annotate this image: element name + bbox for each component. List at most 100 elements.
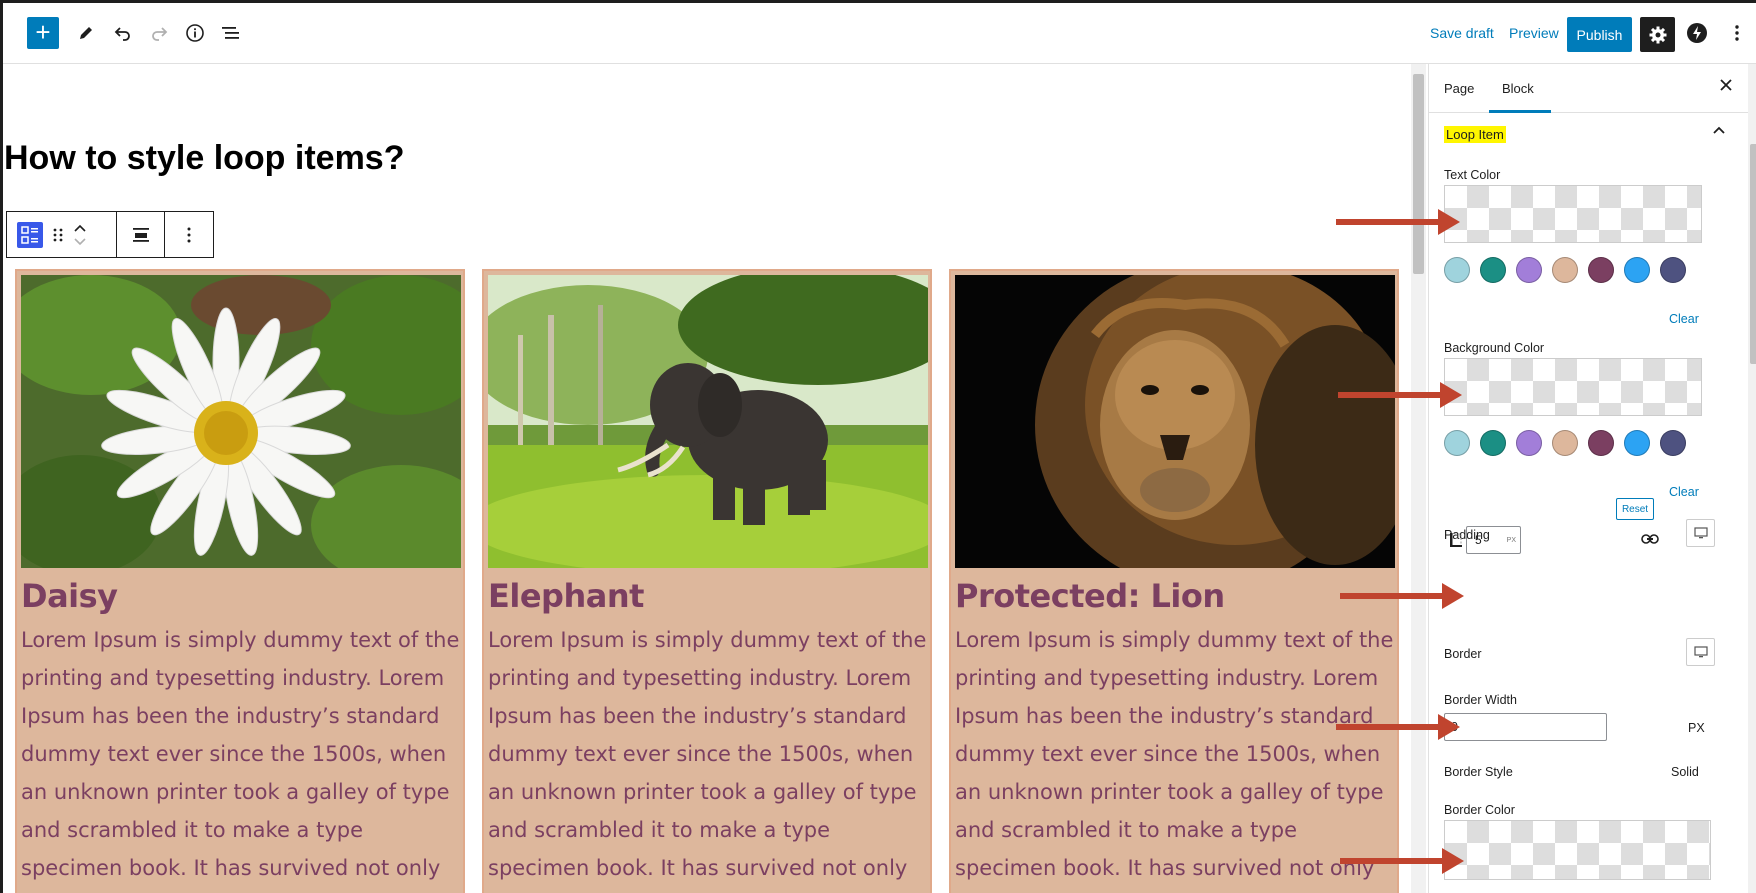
- border-width-input[interactable]: 0: [1444, 713, 1607, 741]
- annotation-arrow: [1338, 382, 1462, 408]
- settings-button[interactable]: [1640, 17, 1675, 52]
- color-swatch[interactable]: [1552, 257, 1578, 283]
- color-swatch[interactable]: [1480, 430, 1506, 456]
- border-width-unit[interactable]: PX: [1688, 721, 1705, 735]
- publish-button[interactable]: Publish: [1567, 17, 1632, 52]
- elephant-photo: [488, 275, 928, 568]
- add-block-button[interactable]: +: [27, 17, 59, 49]
- loop-item-title[interactable]: Protected: Lion: [955, 577, 1225, 615]
- annotation-arrow: [1340, 583, 1464, 609]
- padding-sides-icon: [1450, 533, 1462, 547]
- color-swatch[interactable]: [1480, 257, 1506, 283]
- color-swatch[interactable]: [1588, 430, 1614, 456]
- desktop-icon: [1693, 646, 1708, 658]
- block-type-button[interactable]: [17, 221, 43, 248]
- loop-item-elephant[interactable]: Elephant Lorem Ipsum is simply dummy tex…: [482, 269, 932, 893]
- editor-scrollbar[interactable]: [1411, 64, 1426, 893]
- tools-button[interactable]: [70, 17, 102, 49]
- color-swatch[interactable]: [1444, 257, 1470, 283]
- undo-button[interactable]: [107, 17, 139, 49]
- color-swatch[interactable]: [1444, 430, 1470, 456]
- text-color-label: Text Color: [1444, 168, 1501, 182]
- text-color-preview[interactable]: [1444, 185, 1702, 243]
- align-icon: [132, 227, 149, 242]
- pencil-icon: [80, 27, 92, 39]
- desktop-icon: [1693, 527, 1708, 539]
- padding-unit: PX: [1506, 536, 1516, 544]
- settings-sidebar: Page Block Loop Item Text Color Clear Ba…: [1428, 64, 1756, 893]
- redo-icon: [152, 27, 168, 41]
- sidebar-scrollbar[interactable]: [1748, 64, 1756, 893]
- clear-background-color-button[interactable]: Clear: [1669, 485, 1699, 499]
- annotation-arrow: [1340, 848, 1464, 874]
- close-sidebar-button[interactable]: [1719, 76, 1733, 97]
- align-button[interactable]: [117, 212, 165, 257]
- link-sides-button[interactable]: [1641, 532, 1659, 550]
- redo-button[interactable]: [143, 17, 175, 49]
- border-color-label: Border Color: [1444, 803, 1515, 817]
- border-device-button[interactable]: [1686, 638, 1715, 666]
- border-width-label: Border Width: [1444, 693, 1517, 707]
- save-draft-button[interactable]: Save draft: [1430, 25, 1494, 41]
- padding-input[interactable]: 5 PX: [1466, 526, 1521, 554]
- drag-handle-icon[interactable]: [53, 227, 63, 243]
- details-button[interactable]: [179, 17, 211, 49]
- plugin-button[interactable]: [1681, 17, 1713, 49]
- scrollbar-thumb[interactable]: [1413, 74, 1424, 274]
- panel-title[interactable]: Loop Item: [1444, 126, 1506, 143]
- elephant-image: [488, 275, 928, 568]
- loop-item-excerpt: Lorem Ipsum is simply dummy text of the …: [955, 628, 1394, 880]
- scrollbar-thumb[interactable]: [1750, 144, 1756, 364]
- loop-item-title[interactable]: Elephant: [488, 577, 644, 615]
- border-label: Border: [1444, 647, 1482, 661]
- lion-image: [955, 275, 1395, 568]
- loop-item-excerpt: Lorem Ipsum is simply dummy text of the …: [21, 628, 460, 880]
- list-view-icon: [222, 27, 239, 39]
- color-swatch[interactable]: [1660, 257, 1686, 283]
- color-swatch[interactable]: [1624, 430, 1650, 456]
- collapse-panel-button[interactable]: [1712, 123, 1726, 138]
- daisy-image: [21, 275, 461, 568]
- annotation-arrow: [1336, 714, 1460, 740]
- color-swatch[interactable]: [1660, 430, 1686, 456]
- color-swatch[interactable]: [1624, 257, 1650, 283]
- block-toolbar: [6, 211, 214, 258]
- chevron-up-icon: [1713, 126, 1725, 134]
- app-frame: + Save draft Preview Publish How to styl…: [0, 0, 1756, 893]
- more-options-button[interactable]: [1721, 17, 1753, 49]
- color-swatch[interactable]: [1516, 257, 1542, 283]
- background-color-palette: [1444, 430, 1686, 456]
- gear-icon: [1649, 26, 1666, 43]
- color-swatch[interactable]: [1588, 257, 1614, 283]
- info-icon: [186, 24, 204, 42]
- border-style-select[interactable]: Solid: [1671, 765, 1699, 779]
- tab-page[interactable]: Page: [1444, 81, 1474, 96]
- list-view-button[interactable]: [215, 17, 247, 49]
- color-swatch[interactable]: [1516, 430, 1542, 456]
- link-icon: [1641, 534, 1659, 544]
- loop-item-title[interactable]: Daisy: [21, 577, 118, 615]
- active-tab-indicator: [1489, 110, 1551, 113]
- block-toolbar-group: [7, 212, 117, 257]
- lion-photo: [955, 275, 1395, 568]
- tab-block[interactable]: Block: [1502, 81, 1534, 96]
- border-style-label: Border Style: [1444, 765, 1513, 779]
- padding-value: 5: [1475, 533, 1482, 547]
- loop-item-excerpt: Lorem Ipsum is simply dummy text of the …: [488, 628, 927, 880]
- border-color-preview[interactable]: [1444, 820, 1711, 880]
- clear-text-color-button[interactable]: Clear: [1669, 312, 1699, 326]
- loop-item-daisy[interactable]: Daisy Lorem Ipsum is simply dummy text o…: [15, 269, 465, 893]
- preview-button[interactable]: Preview: [1509, 25, 1559, 41]
- padding-device-button[interactable]: [1686, 519, 1715, 547]
- color-swatch[interactable]: [1552, 430, 1578, 456]
- sidebar-tabs: Page Block: [1429, 64, 1749, 113]
- daisy-photo: [21, 275, 461, 568]
- page-title[interactable]: How to style loop items?: [4, 139, 404, 178]
- block-options-button[interactable]: [165, 212, 213, 257]
- background-color-preview[interactable]: [1444, 358, 1702, 416]
- plus-icon: +: [35, 17, 51, 47]
- vertical-ellipsis-icon: [1735, 25, 1739, 41]
- move-up-down-icon[interactable]: [73, 222, 87, 248]
- padding-reset-button[interactable]: Reset: [1616, 498, 1654, 520]
- loop-item-lion[interactable]: Protected: Lion Lorem Ipsum is simply du…: [949, 269, 1399, 893]
